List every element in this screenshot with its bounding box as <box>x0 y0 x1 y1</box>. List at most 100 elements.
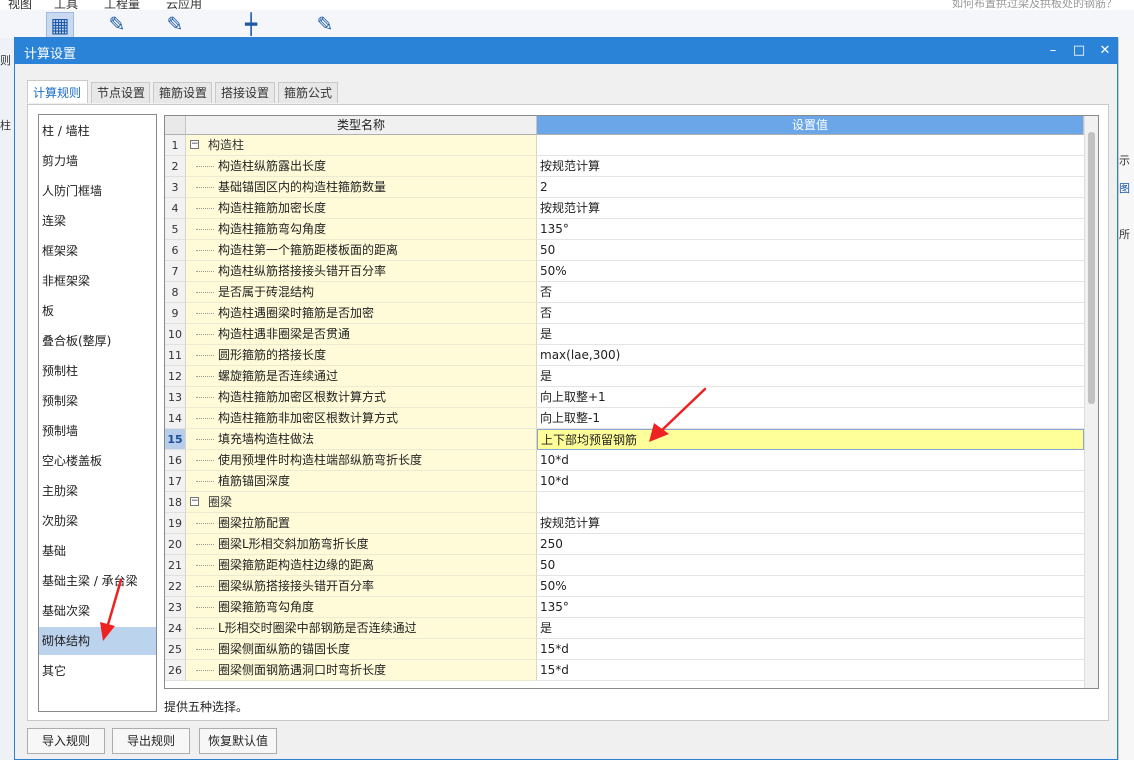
column-tool-icon[interactable]: ┿ <box>238 12 264 36</box>
calc-settings-tool-icon[interactable]: ▦ <box>46 12 74 38</box>
category-item[interactable]: 框架梁 <box>39 237 156 265</box>
grid-row[interactable]: 16 使用预埋件时构造柱端部纵筋弯折长度 10*d <box>165 450 1084 471</box>
grid-row[interactable]: 5 构造柱箍筋弯勾角度 135° <box>165 219 1084 240</box>
setting-value-cell[interactable]: 50 <box>537 555 1084 576</box>
setting-value-cell[interactable] <box>537 135 1084 156</box>
category-item[interactable]: 非框架梁 <box>39 267 156 295</box>
grid-row[interactable]: 3 基础锚固区内的构造柱箍筋数量 2 <box>165 177 1084 198</box>
category-item[interactable]: 基础主梁 / 承台梁 <box>39 567 156 595</box>
grid-row[interactable]: 26 圈梁侧面钢筋遇洞口时弯折长度 15*d <box>165 660 1084 681</box>
setting-value-cell[interactable]: 250 <box>537 534 1084 555</box>
category-item[interactable]: 预制柱 <box>39 357 156 385</box>
row-number[interactable]: 26 <box>165 660 186 681</box>
grid-row[interactable]: 19 圈梁拉筋配置 按规范计算 <box>165 513 1084 534</box>
row-number[interactable]: 2 <box>165 156 186 177</box>
import-rules-button[interactable]: 导入规则 <box>27 728 105 754</box>
row-number[interactable]: 15 <box>165 429 186 450</box>
grid-row[interactable]: 9 构造柱遇圈梁时箍筋是否加密 否 <box>165 303 1084 324</box>
category-item[interactable]: 叠合板(整厚) <box>39 327 156 355</box>
close-button[interactable]: ✕ <box>1095 41 1115 61</box>
restore-defaults-button[interactable]: 恢复默认值 <box>199 728 277 754</box>
row-number[interactable]: 11 <box>165 345 186 366</box>
tab-lap-settings[interactable]: 搭接设置 <box>215 82 275 103</box>
right-edge-label[interactable]: 图 <box>1119 180 1130 196</box>
category-item[interactable]: 剪力墙 <box>39 147 156 175</box>
setting-value-cell[interactable]: 50% <box>537 576 1084 597</box>
minimize-button[interactable]: – <box>1043 41 1063 61</box>
grid-row[interactable]: 2 构造柱纵筋露出长度 按规范计算 <box>165 156 1084 177</box>
grid-row[interactable]: 10 构造柱遇非圈梁是否贯通 是 <box>165 324 1084 345</box>
setting-value-cell[interactable]: 是 <box>537 366 1084 387</box>
row-number[interactable]: 10 <box>165 324 186 345</box>
row-number[interactable]: 7 <box>165 261 186 282</box>
setting-value-cell[interactable]: 向上取整+1 <box>537 387 1084 408</box>
category-item[interactable]: 人防门框墙 <box>39 177 156 205</box>
collapse-icon[interactable]: − <box>190 497 199 506</box>
setting-value-cell[interactable]: 是 <box>537 324 1084 345</box>
setting-value-cell[interactable]: max(lae,300) <box>537 345 1084 366</box>
setting-value-cell[interactable]: 50% <box>537 261 1084 282</box>
tab-node-settings[interactable]: 节点设置 <box>91 82 150 103</box>
row-number[interactable]: 17 <box>165 471 186 492</box>
category-item[interactable]: 柱 / 墙柱 <box>39 117 156 145</box>
grid-row[interactable]: 25 圈梁侧面纵筋的锚固长度 15*d <box>165 639 1084 660</box>
row-number[interactable]: 6 <box>165 240 186 261</box>
setting-value-cell[interactable]: 否 <box>537 282 1084 303</box>
grid-row[interactable]: 23 圈梁箍筋弯勾角度 135° <box>165 597 1084 618</box>
grid-group-row[interactable]: 18− 圈梁 <box>165 492 1084 513</box>
category-item[interactable]: 预制梁 <box>39 387 156 415</box>
row-number[interactable]: 4 <box>165 198 186 219</box>
setting-value-cell[interactable]: 按规范计算 <box>537 156 1084 177</box>
setting-value-cell[interactable]: 10*d <box>537 471 1084 492</box>
setting-value-cell[interactable]: 上下部均预留钢筋 <box>537 429 1084 450</box>
grid-row[interactable]: 7 构造柱纵筋搭接接头错开百分率 50% <box>165 261 1084 282</box>
category-item[interactable]: 板 <box>39 297 156 325</box>
row-number[interactable]: 18 <box>165 492 186 513</box>
grid-row[interactable]: 22 圈梁纵筋搭接接头错开百分率 50% <box>165 576 1084 597</box>
setting-value-cell[interactable]: 否 <box>537 303 1084 324</box>
setting-value-cell[interactable]: 10*d <box>537 450 1084 471</box>
menu-quantity[interactable]: 工程量 <box>104 0 140 10</box>
setting-value-cell[interactable] <box>537 492 1084 513</box>
row-number[interactable]: 19 <box>165 513 186 534</box>
category-item[interactable]: 砌体结构 <box>39 627 156 655</box>
tab-stirrup-formula[interactable]: 箍筋公式 <box>278 82 338 103</box>
menu-tools[interactable]: 工具 <box>54 0 78 10</box>
grid-row[interactable]: 15 填充墙构造柱做法 上下部均预留钢筋 <box>165 429 1084 450</box>
setting-value-cell[interactable]: 135° <box>537 219 1084 240</box>
row-number[interactable]: 24 <box>165 618 186 639</box>
export-rules-button[interactable]: 导出规则 <box>112 728 190 754</box>
category-item[interactable]: 其它 <box>39 657 156 685</box>
row-number[interactable]: 20 <box>165 534 186 555</box>
row-number[interactable]: 1 <box>165 135 186 156</box>
setting-value-cell[interactable]: 2 <box>537 177 1084 198</box>
grid-row[interactable]: 8 是否属于砖混结构 否 <box>165 282 1084 303</box>
collapse-icon[interactable]: − <box>190 140 199 149</box>
row-number[interactable]: 3 <box>165 177 186 198</box>
category-item[interactable]: 连梁 <box>39 207 156 235</box>
row-number[interactable]: 9 <box>165 303 186 324</box>
tab-stirrup-settings[interactable]: 箍筋设置 <box>153 82 212 103</box>
row-number[interactable]: 8 <box>165 282 186 303</box>
category-item[interactable]: 基础次梁 <box>39 597 156 625</box>
category-item[interactable]: 空心楼盖板 <box>39 447 156 475</box>
category-item[interactable]: 基础 <box>39 537 156 565</box>
tab-calc-rules[interactable]: 计算规则 <box>27 80 88 103</box>
category-item[interactable]: 次肋梁 <box>39 507 156 535</box>
setting-value-cell[interactable]: 135° <box>537 597 1084 618</box>
row-number[interactable]: 25 <box>165 639 186 660</box>
row-number[interactable]: 12 <box>165 366 186 387</box>
grid-row[interactable]: 14 构造柱箍筋非加密区根数计算方式 向上取整-1 <box>165 408 1084 429</box>
grid-row[interactable]: 12 螺旋箍筋是否连续通过 是 <box>165 366 1084 387</box>
category-item[interactable]: 主肋梁 <box>39 477 156 505</box>
row-number[interactable]: 22 <box>165 576 186 597</box>
setting-value-cell[interactable]: 是 <box>537 618 1084 639</box>
maximize-button[interactable]: □ <box>1069 41 1089 61</box>
column-header-value[interactable]: 设置值 <box>537 116 1084 135</box>
scrollbar-thumb[interactable] <box>1088 132 1095 404</box>
setting-value-cell[interactable]: 15*d <box>537 639 1084 660</box>
help-search-input[interactable]: 如何布置拱过梁及拱板处的钢筋？ <box>952 0 1117 10</box>
row-number[interactable]: 14 <box>165 408 186 429</box>
setting-value-cell[interactable]: 向上取整-1 <box>537 408 1084 429</box>
row-number[interactable]: 23 <box>165 597 186 618</box>
